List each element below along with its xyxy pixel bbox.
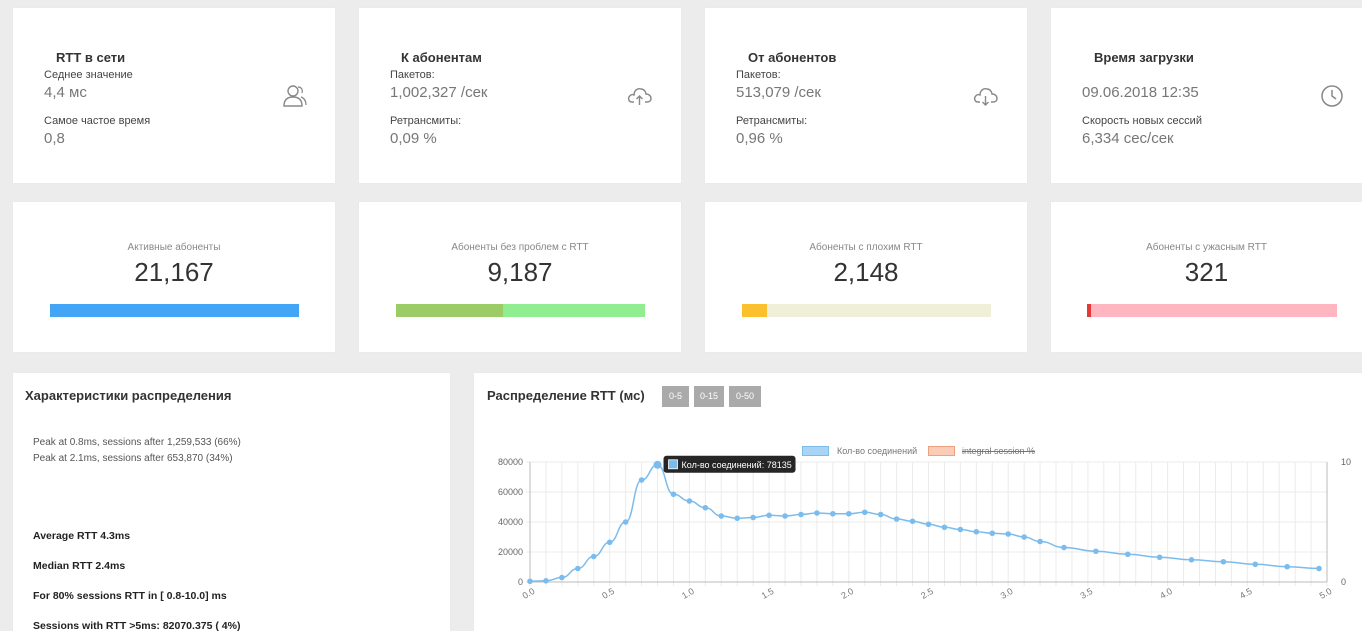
sub-label: Активные абоненты <box>127 242 221 253</box>
sub-label: Абоненты с ужасным RTT <box>1146 242 1267 253</box>
range-button-0-50[interactable]: 0-50 <box>729 386 761 407</box>
card-title: RTT в сети <box>56 50 126 65</box>
progress-fill <box>1087 304 1091 317</box>
packets-value: 513,079 /сек <box>736 84 821 101</box>
active-subscribers-card: Активные абоненты 21,167 <box>13 202 335 352</box>
clock-icon <box>1321 85 1343 107</box>
sessions-over-5ms: Sessions with RTT >5ms: 82070.375 ( 4%) <box>33 620 241 631</box>
sub-label: Абоненты без проблем с RTT <box>451 242 589 253</box>
average-value: 4,4 мс <box>44 84 87 101</box>
legend-swatch <box>802 446 829 456</box>
load-time-value: 09.06.2018 12:35 <box>1082 84 1199 101</box>
session-rate-value: 6,334 сес/сек <box>1082 130 1174 147</box>
progress-bar <box>396 304 645 317</box>
no-problem-subscribers-card: Абоненты без проблем с RTT 9,187 <box>359 202 681 352</box>
from-subscribers-card: От абонентов Пакетов: 513,079 /сек Ретра… <box>705 8 1027 183</box>
sub-label: Абоненты с плохим RTT <box>809 242 923 253</box>
legend-item-connections[interactable]: Кол-во соединений <box>802 444 922 458</box>
retransmits-value: 0,09 % <box>390 130 437 147</box>
session-rate-label: Скорость новых сессий <box>1082 115 1202 127</box>
legend-item-integral[interactable]: integral session % <box>928 444 1048 458</box>
users-icon <box>283 85 307 107</box>
packets-value: 1,002,327 /сек <box>390 84 488 101</box>
retransmits-label: Ретрансмиты: <box>390 115 462 127</box>
rtt-80-percent-range: For 80% sessions RTT in [ 0.8-10.0] ms <box>33 590 227 602</box>
card-title: От абонентов <box>748 50 837 65</box>
retransmits-label: Ретрансмиты: <box>736 115 808 127</box>
most-frequent-value: 0,8 <box>44 130 65 147</box>
to-subscribers-card: К абонентам Пакетов: 1,002,327 /сек Ретр… <box>359 8 681 183</box>
distribution-stats-panel: Характеристики распределения Peak at 0.8… <box>13 373 450 631</box>
packets-label: Пакетов: <box>736 69 781 81</box>
progress-bar <box>1087 304 1337 317</box>
rtt-distribution-panel: Распределение RTT (мс) <box>474 373 1362 631</box>
progress-fill <box>396 304 504 317</box>
sub-value: 2,148 <box>833 257 899 287</box>
progress-bar <box>50 304 299 317</box>
average-rtt: Average RTT 4.3ms <box>33 530 131 542</box>
card-title: К абонентам <box>401 50 482 65</box>
packets-label: Пакетов: <box>390 69 435 81</box>
range-button-0-15[interactable]: 0-15 <box>694 386 724 407</box>
sub-value: 321 <box>1184 257 1229 287</box>
progress-fill <box>50 304 299 317</box>
legend-label: Кол-во соединений <box>837 446 918 456</box>
cloud-upload-icon <box>627 88 652 105</box>
panel-title: Характеристики распределения <box>25 388 232 403</box>
sub-value: 21,167 <box>134 257 214 287</box>
terrible-rtt-subscribers-card: Абоненты с ужасным RTT 321 <box>1051 202 1362 352</box>
cloud-download-icon <box>973 88 998 106</box>
progress-fill <box>742 304 767 317</box>
rtt-network-card: RTT в сети Седнее значение 4,4 мс Самое … <box>13 8 335 183</box>
peak-line: Peak at 2.1ms, sessions after 653,870 (3… <box>33 453 233 464</box>
peak-line: Peak at 0.8ms, sessions after 1,259,533 … <box>33 437 241 448</box>
bad-rtt-subscribers-card: Абоненты с плохим RTT 2,148 <box>705 202 1027 352</box>
sub-value: 9,187 <box>487 257 553 287</box>
median-rtt: Median RTT 2.4ms <box>33 560 126 572</box>
legend-label: integral session % <box>962 446 1036 456</box>
retransmits-value: 0,96 % <box>736 130 783 147</box>
progress-track <box>742 304 991 317</box>
legend-swatch <box>928 446 955 456</box>
range-button-0-5[interactable]: 0-5 <box>662 386 689 407</box>
progress-track <box>1087 304 1337 317</box>
chart-title: Распределение RTT (мс) <box>487 388 645 403</box>
most-frequent-label: Самое частое время <box>44 115 151 127</box>
card-title: Время загрузки <box>1094 50 1194 65</box>
progress-bar <box>742 304 991 317</box>
load-time-card: Время загрузки 09.06.2018 12:35 Скорость… <box>1051 8 1362 183</box>
average-label: Седнее значение <box>44 69 133 81</box>
